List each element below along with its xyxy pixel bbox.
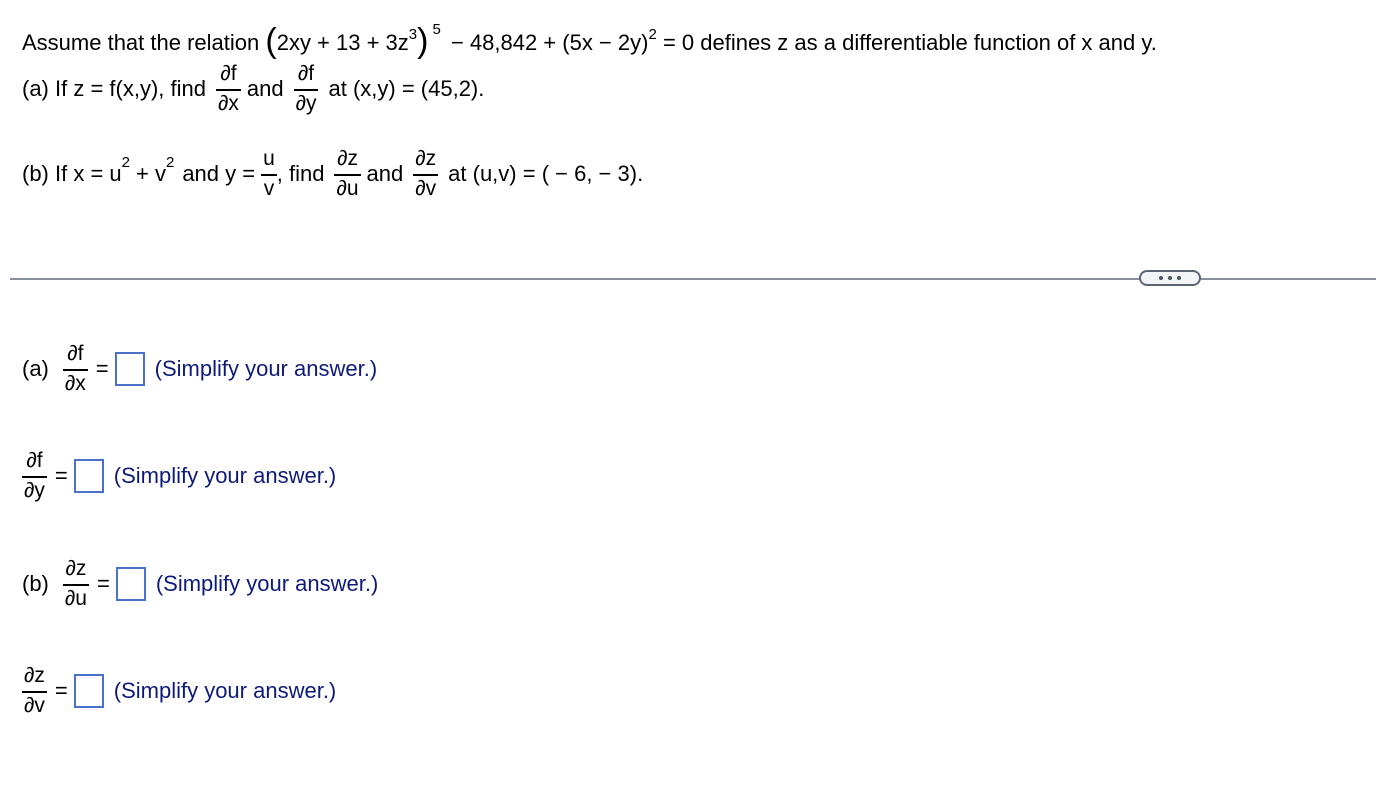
and-y-equals: and y = bbox=[182, 160, 256, 186]
simplify-hint: (Simplify your answer.) bbox=[113, 677, 337, 703]
equals-sign: = bbox=[96, 570, 110, 596]
part-a-statement: (a) If z = f(x,y), find ∂f ∂x and ∂f ∂y … bbox=[22, 63, 484, 115]
fraction-numerator: ∂z bbox=[415, 147, 437, 170]
fraction-denominator: ∂v bbox=[415, 176, 437, 200]
plus-v: + v bbox=[136, 160, 166, 186]
simplify-hint: (Simplify your answer.) bbox=[113, 462, 337, 488]
part-b-suffix: at (u,v) = ( − 6, − 3). bbox=[448, 160, 644, 186]
fraction-bar bbox=[62, 369, 88, 371]
simplify-hint: (Simplify your answer.) bbox=[154, 355, 378, 381]
fraction-denominator: ∂x bbox=[64, 371, 86, 395]
equals-sign: = bbox=[54, 677, 68, 703]
fraction-denominator: ∂y bbox=[295, 91, 317, 115]
equals-sign: = bbox=[54, 462, 68, 488]
fraction-numerator: ∂f bbox=[26, 449, 43, 472]
intro-suffix: = 0 defines z as a differentiable functi… bbox=[662, 30, 1157, 55]
part-b-prefix: (b) If x = u bbox=[22, 160, 122, 186]
fraction-u-v: u v bbox=[261, 148, 277, 200]
fraction-bar bbox=[215, 89, 241, 91]
ellipsis-icon bbox=[1159, 276, 1163, 280]
simplify-hint: (Simplify your answer.) bbox=[155, 570, 379, 596]
fraction-denominator: ∂y bbox=[24, 478, 45, 502]
answer-label: (a) bbox=[22, 355, 49, 381]
fraction-denominator: ∂v bbox=[24, 693, 45, 717]
equals-sign: = bbox=[95, 355, 109, 381]
fraction-bar bbox=[261, 174, 277, 176]
fraction-numerator: ∂z bbox=[24, 664, 45, 687]
fraction-dz-du: ∂z ∂u bbox=[334, 147, 361, 200]
answer-input-df-dx[interactable] bbox=[114, 351, 145, 386]
fraction-numerator: ∂f bbox=[297, 62, 315, 85]
fraction-df-dx: ∂f ∂x bbox=[215, 62, 241, 115]
fraction-bar bbox=[62, 584, 89, 586]
ellipsis-icon bbox=[1177, 276, 1181, 280]
answer-fraction: ∂z ∂u bbox=[62, 557, 89, 610]
answer-fraction: ∂f ∂y bbox=[22, 450, 47, 502]
close-paren: ) bbox=[417, 22, 429, 60]
fraction-dz-dv: ∂z ∂v bbox=[413, 147, 439, 200]
fraction-bar bbox=[293, 89, 319, 91]
answer-fraction: ∂f ∂x bbox=[62, 342, 88, 395]
more-options-button[interactable] bbox=[1139, 270, 1201, 286]
ellipsis-icon bbox=[1168, 276, 1172, 280]
fraction-bar bbox=[413, 174, 439, 176]
part-a-suffix: at (x,y) = (45,2). bbox=[328, 75, 485, 101]
part-b-statement: (b) If x = u2 + v2 and y = u v , find ∂z… bbox=[22, 148, 643, 200]
part-a-prefix: (a) If z = f(x,y), find bbox=[22, 75, 206, 101]
fraction-numerator: ∂f bbox=[220, 62, 237, 85]
fraction-denominator: ∂u bbox=[64, 586, 87, 610]
answer-input-dz-du[interactable] bbox=[115, 566, 146, 601]
fraction-numerator: ∂z bbox=[337, 147, 358, 170]
fraction-denominator: v bbox=[263, 176, 275, 200]
u-exponent: 2 bbox=[121, 153, 130, 171]
open-paren: ( bbox=[265, 22, 277, 60]
fraction-df-dy: ∂f ∂y bbox=[293, 62, 319, 115]
fraction-denominator: ∂u bbox=[336, 176, 359, 200]
answer-input-dz-dv[interactable] bbox=[73, 673, 104, 708]
fraction-numerator: ∂f bbox=[67, 342, 84, 365]
fraction-numerator: ∂z bbox=[65, 557, 87, 580]
fraction-bar bbox=[22, 691, 47, 693]
answer-row-df-dy: ∂f ∂y = (Simplify your answer.) bbox=[22, 450, 336, 502]
intro-prefix: Assume that the relation bbox=[22, 30, 260, 55]
answer-row-df-dx: (a) ∂f ∂x = (Simplify your answer.) bbox=[22, 343, 377, 395]
answer-row-dz-du: (b) ∂z ∂u = (Simplify your answer.) bbox=[22, 558, 378, 610]
intro-middle: − 48,842 + (5x − 2y) bbox=[450, 30, 649, 55]
fraction-numerator: u bbox=[263, 147, 275, 170]
problem-intro: Assume that the relation (2xy + 13 + 3z3… bbox=[22, 21, 1157, 59]
middle-exponent: 2 bbox=[648, 26, 657, 43]
answer-fraction: ∂z ∂v bbox=[22, 665, 47, 717]
find-text: , find bbox=[276, 160, 325, 186]
intro-inner: 2xy + 13 + 3z bbox=[276, 30, 409, 55]
part-b-and: and bbox=[366, 160, 404, 186]
v-exponent: 2 bbox=[165, 153, 175, 171]
fraction-denominator: ∂x bbox=[217, 91, 239, 115]
inner-exponent: 3 bbox=[408, 26, 418, 43]
answer-label: (b) bbox=[22, 570, 49, 596]
answer-row-dz-dv: ∂z ∂v = (Simplify your answer.) bbox=[22, 665, 336, 717]
part-a-and: and bbox=[246, 75, 284, 101]
fraction-bar bbox=[22, 476, 47, 478]
outer-exponent: 5 bbox=[432, 21, 441, 38]
fraction-bar bbox=[334, 174, 361, 176]
answer-input-df-dy[interactable] bbox=[73, 458, 104, 493]
